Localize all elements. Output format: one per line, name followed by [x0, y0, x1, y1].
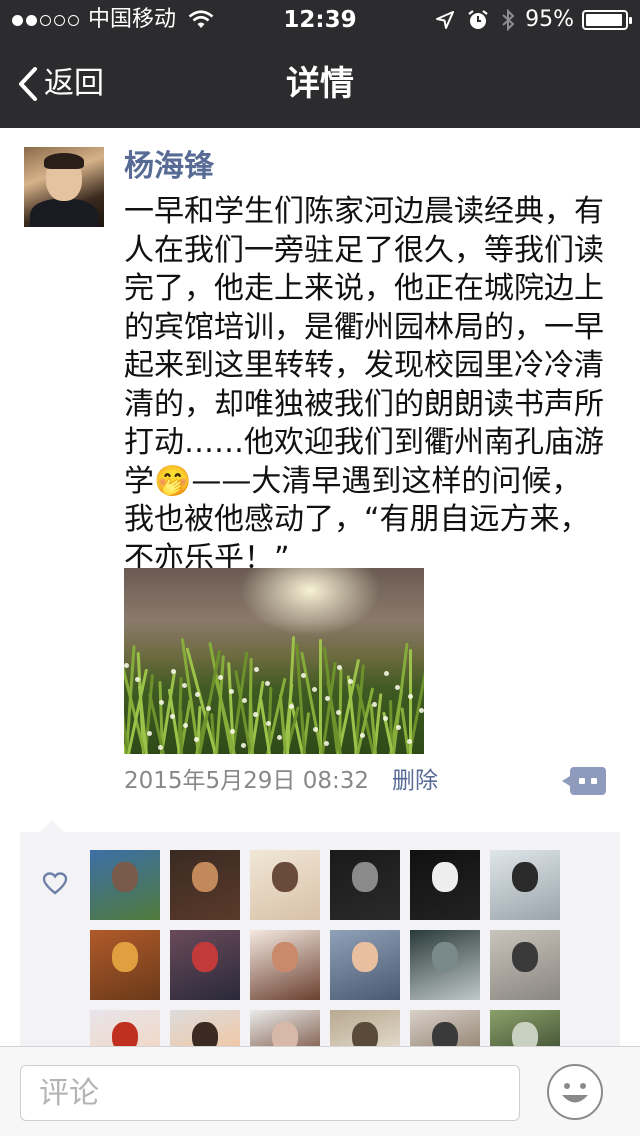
smiley-icon	[562, 1083, 588, 1103]
bluetooth-icon	[502, 9, 515, 31]
likes-panel	[20, 820, 620, 1046]
author-avatar[interactable]	[24, 147, 104, 227]
author-name[interactable]: 杨海锋	[124, 148, 214, 186]
battery-percent: 95%	[525, 7, 574, 32]
like-avatar[interactable]	[90, 1010, 160, 1046]
like-avatar[interactable]	[410, 1010, 480, 1046]
like-avatar[interactable]	[330, 850, 400, 920]
location-icon	[436, 11, 455, 29]
battery-fill	[586, 14, 623, 26]
battery-icon	[582, 10, 632, 30]
post-text: 一早和学生们陈家河边晨读经典，有人在我们一旁驻足了很久，等我们读完了，他走上来说…	[124, 194, 604, 576]
like-avatar[interactable]	[170, 850, 240, 920]
like-avatar[interactable]	[330, 930, 400, 1000]
like-avatar[interactable]	[250, 850, 320, 920]
comment-input[interactable]	[20, 1065, 520, 1121]
like-avatar[interactable]	[170, 1010, 240, 1046]
alarm-icon	[468, 10, 488, 29]
comment-bar	[0, 1046, 640, 1136]
like-avatar[interactable]	[490, 930, 560, 1000]
status-bar: 中国移动 12:39 95%	[0, 0, 640, 40]
emoji-button[interactable]	[547, 1064, 603, 1120]
like-avatar[interactable]	[490, 1010, 560, 1046]
like-avatar[interactable]	[410, 850, 480, 920]
like-avatar[interactable]	[250, 930, 320, 1000]
like-avatar[interactable]	[410, 930, 480, 1000]
like-avatar[interactable]	[170, 930, 240, 1000]
like-avatar[interactable]	[330, 1010, 400, 1046]
delete-link[interactable]: 删除	[392, 766, 438, 796]
like-avatar[interactable]	[90, 930, 160, 1000]
post-timestamp: 2015年5月29日 08:32	[124, 768, 370, 794]
heart-icon	[42, 872, 68, 895]
page-title: 详情	[286, 64, 354, 104]
like-avatar[interactable]	[490, 850, 560, 920]
status-right: 95%	[435, 7, 632, 33]
comment-more-button[interactable]	[562, 767, 606, 795]
post-photo[interactable]	[124, 568, 424, 754]
like-avatar[interactable]	[90, 850, 160, 920]
nav-bar: 返回 详情	[0, 40, 640, 128]
like-avatar[interactable]	[250, 1010, 320, 1046]
